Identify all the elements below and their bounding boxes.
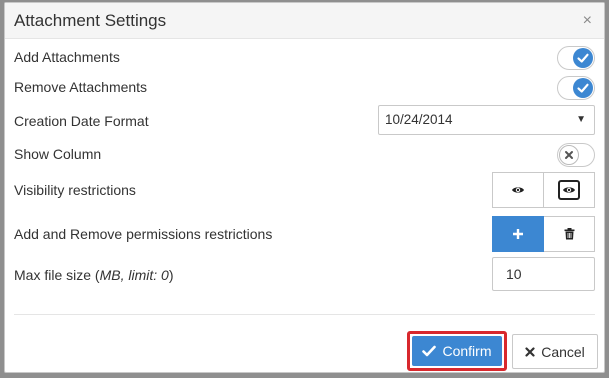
confirm-button[interactable]: Confirm [412,336,502,366]
remove-attachments-label: Remove Attachments [14,79,148,95]
permissions-restrictions-label: Add and Remove permissions restrictions [14,226,273,242]
close-icon[interactable]: × [583,12,592,30]
dialog-header: Attachment Settings × [5,3,604,39]
visibility-eye-box-button[interactable] [544,172,595,208]
permissions-restrictions-group [492,216,595,252]
check-icon [422,345,437,357]
max-file-size-input[interactable]: 10 [492,257,595,291]
show-column-toggle[interactable] [557,143,595,167]
permissions-add-button[interactable] [492,216,544,252]
check-icon [573,78,593,98]
max-file-size-label-suffix: ) [168,267,174,283]
confirm-highlight: Confirm [407,331,507,371]
max-file-size-label-hint: MB, limit: 0 [99,267,169,283]
creation-date-format-select[interactable]: 10/24/2014 ▼ [378,105,595,135]
x-icon [559,145,579,165]
caret-down-icon: ▼ [576,114,586,125]
dialog-title: Attachment Settings [14,11,167,30]
show-column-label: Show Column [14,146,102,162]
remove-attachments-row: Remove Attachments [14,73,595,103]
attachment-settings-dialog: Attachment Settings × Add Attachments Re… [4,2,605,373]
add-attachments-row: Add Attachments [14,43,595,73]
plus-icon [513,229,523,239]
eye-icon [512,187,524,193]
creation-date-format-value: 10/24/2014 [385,112,453,127]
creation-date-format-label: Creation Date Format [14,113,149,129]
visibility-restrictions-group [492,172,595,208]
permissions-restrictions-row: Add and Remove permissions restrictions [14,216,595,252]
max-file-size-value: 10 [506,266,522,282]
footer-divider [14,314,595,315]
trash-icon [564,228,574,240]
remove-attachments-toggle[interactable] [557,76,595,100]
close-icon [525,346,535,357]
cancel-button[interactable]: Cancel [512,334,598,369]
check-icon [573,48,593,68]
eye-box-icon [558,180,580,200]
add-attachments-label: Add Attachments [14,49,120,65]
permissions-trash-button[interactable] [544,216,595,252]
cancel-label: Cancel [541,343,585,360]
creation-date-format-row: Creation Date Format 10/24/2014 ▼ [14,105,595,137]
max-file-size-label-prefix: Max file size ( [14,267,100,283]
visibility-restrictions-label: Visibility restrictions [14,182,136,198]
show-column-row: Show Column [14,140,595,170]
add-attachments-toggle[interactable] [557,46,595,70]
visibility-eye-button[interactable] [492,172,544,208]
confirm-label: Confirm [442,343,492,359]
max-file-size-row: Max file size (MB, limit: 0) 10 [14,257,595,291]
max-file-size-label: Max file size (MB, limit: 0) [14,267,173,283]
visibility-restrictions-row: Visibility restrictions [14,172,595,208]
